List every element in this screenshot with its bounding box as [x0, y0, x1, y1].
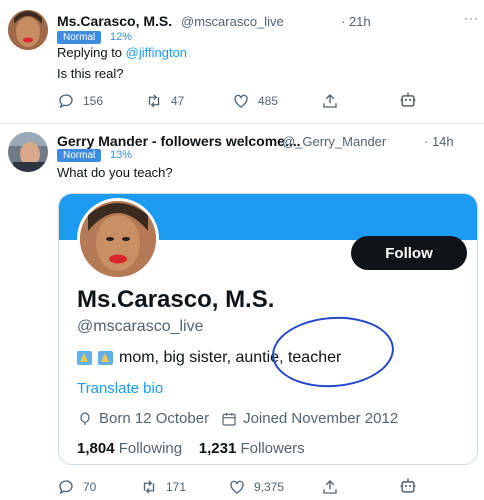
divider	[0, 123, 484, 124]
reply-count: 70	[83, 480, 97, 494]
percent-label: 12%	[110, 31, 133, 43]
birthday-icon	[80, 411, 90, 425]
percent-label: 13%	[110, 149, 133, 161]
flag-icon	[77, 351, 92, 365]
profile-avatar[interactable]	[77, 198, 159, 280]
replying-to-link[interactable]: @jiffington	[126, 45, 187, 60]
replying-to: Replying to @jiffington	[57, 45, 187, 60]
followers-count: 1,231	[198, 440, 237, 457]
follow-button[interactable]: Follow	[351, 236, 467, 270]
replying-prefix: Replying to	[57, 45, 126, 60]
following-label: Following	[118, 440, 183, 457]
profile-name: Ms.Carasco, M.S.	[77, 286, 275, 313]
timestamp[interactable]: · 14h	[424, 134, 454, 149]
profile-card[interactable]: Follow Ms.Carasco, M.S. @mscarasco_live …	[58, 193, 478, 465]
retweet-count: 171	[166, 480, 187, 494]
bot-icon	[400, 92, 416, 107]
reply-count: 156	[83, 94, 104, 108]
bot-button[interactable]	[398, 476, 418, 496]
avatar[interactable]	[8, 132, 48, 172]
following-count: 1,804	[77, 440, 115, 457]
like-button[interactable]: 9,375	[228, 478, 284, 496]
retweet-icon	[148, 94, 160, 108]
share-icon	[323, 480, 337, 494]
like-count: 9,375	[254, 480, 285, 494]
joined-date: Joined November 2012	[243, 410, 399, 427]
author-name[interactable]: Ms.Carasco, M.S.	[57, 13, 172, 29]
retweet-count: 47	[171, 94, 185, 108]
follow-stats: 1,804 Following 1,231 Followers	[77, 440, 305, 457]
reply-button[interactable]: 70	[57, 478, 96, 496]
reply-icon	[59, 94, 73, 109]
flag-icon	[98, 351, 113, 365]
reply-button[interactable]: 156	[57, 92, 103, 110]
profile-handle: @mscarasco_live	[77, 318, 204, 335]
share-icon	[323, 94, 337, 108]
like-icon	[230, 480, 244, 494]
calendar-icon	[222, 412, 236, 426]
born-date: Born 12 October	[99, 410, 210, 427]
more-icon[interactable]: ···	[464, 11, 479, 25]
profile-meta: Born 12 October Joined November 2012	[77, 410, 398, 427]
like-count: 485	[258, 94, 279, 108]
retweet-icon	[143, 480, 155, 494]
status-badge: Normal	[57, 149, 102, 162]
author-handle[interactable]: @mscarasco_live	[181, 14, 284, 29]
retweet-button[interactable]: 47	[145, 92, 184, 110]
followers-label: Followers	[240, 440, 305, 457]
bot-icon	[400, 478, 416, 493]
bot-button[interactable]	[398, 90, 418, 110]
following-link[interactable]: 1,804 Following	[77, 440, 182, 457]
avatar[interactable]	[8, 10, 48, 50]
like-button[interactable]: 485	[232, 92, 278, 110]
translate-bio-link[interactable]: Translate bio	[77, 380, 163, 397]
followers-link[interactable]: 1,231 Followers	[199, 440, 305, 457]
timestamp[interactable]: · 21h	[341, 14, 371, 29]
author-name[interactable]: Gerry Mander - followers welcome....	[57, 133, 301, 149]
reply-icon	[59, 480, 73, 495]
author-handle[interactable]: @_Gerry_Mander	[282, 134, 386, 149]
share-button[interactable]	[321, 92, 339, 110]
like-icon	[234, 94, 248, 108]
retweet-button[interactable]: 171	[140, 478, 186, 496]
tweet-text: What do you teach?	[57, 165, 173, 180]
share-button[interactable]	[321, 478, 339, 496]
tweet-text: Is this real?	[57, 66, 124, 81]
status-badge: Normal	[57, 31, 102, 44]
